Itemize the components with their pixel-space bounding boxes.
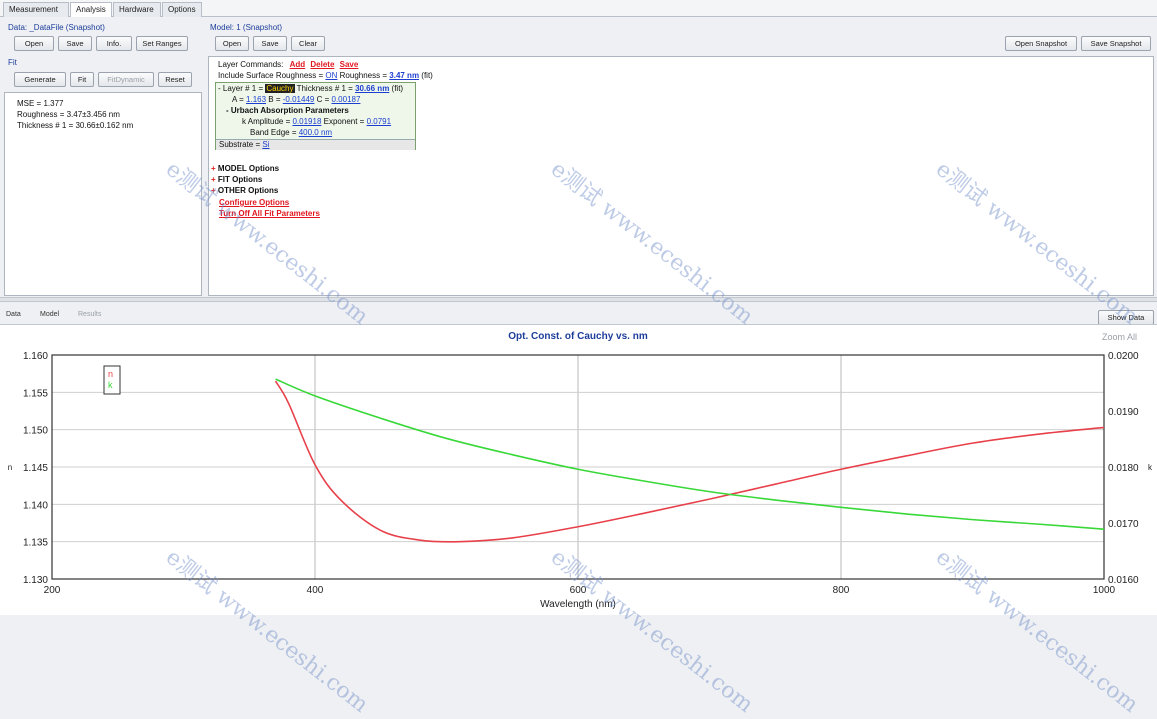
series-line-k (275, 378, 1105, 530)
x-tick-label: 200 (44, 585, 61, 596)
x-axis-label: Wavelength (nm) (540, 599, 616, 610)
y-left-tick-label: 1.145 (23, 463, 48, 474)
x-tick-label: 1000 (1093, 585, 1116, 596)
y-left-tick-label: 1.160 (23, 351, 48, 362)
y-left-tick-label: 1.150 (23, 426, 48, 437)
y-left-tick-label: 1.155 (23, 388, 48, 399)
x-tick-label: 600 (570, 585, 587, 596)
y-left-tick-label: 1.140 (23, 500, 48, 511)
y-right-tick-label: 0.0170 (1108, 519, 1139, 530)
series-line-n (274, 380, 1105, 543)
x-tick-label: 400 (307, 585, 324, 596)
chart: Opt. Const. of Cauchy vs. nm 200 400 600 800… (8, 331, 1153, 610)
y-right-tick-label: 0.0190 (1108, 407, 1139, 418)
legend-entry-k: k (108, 380, 113, 390)
y-right-tick-label: 0.0160 (1108, 575, 1139, 586)
y-left-tick-label: 1.135 (23, 538, 48, 549)
y-left-tick-label: 1.130 (23, 575, 48, 586)
zoom-all-button[interactable]: Zoom All (1102, 332, 1137, 342)
legend-entry-n: n (108, 369, 113, 379)
y-left-axis-label: n (8, 463, 12, 472)
y-right-tick-label: 0.0180 (1108, 463, 1139, 474)
x-tick-label: 800 (833, 585, 850, 596)
y-right-tick-label: 0.0200 (1108, 351, 1139, 362)
chart-title: Opt. Const. of Cauchy vs. nm (508, 331, 648, 342)
y-right-axis-label: k (1148, 463, 1153, 472)
